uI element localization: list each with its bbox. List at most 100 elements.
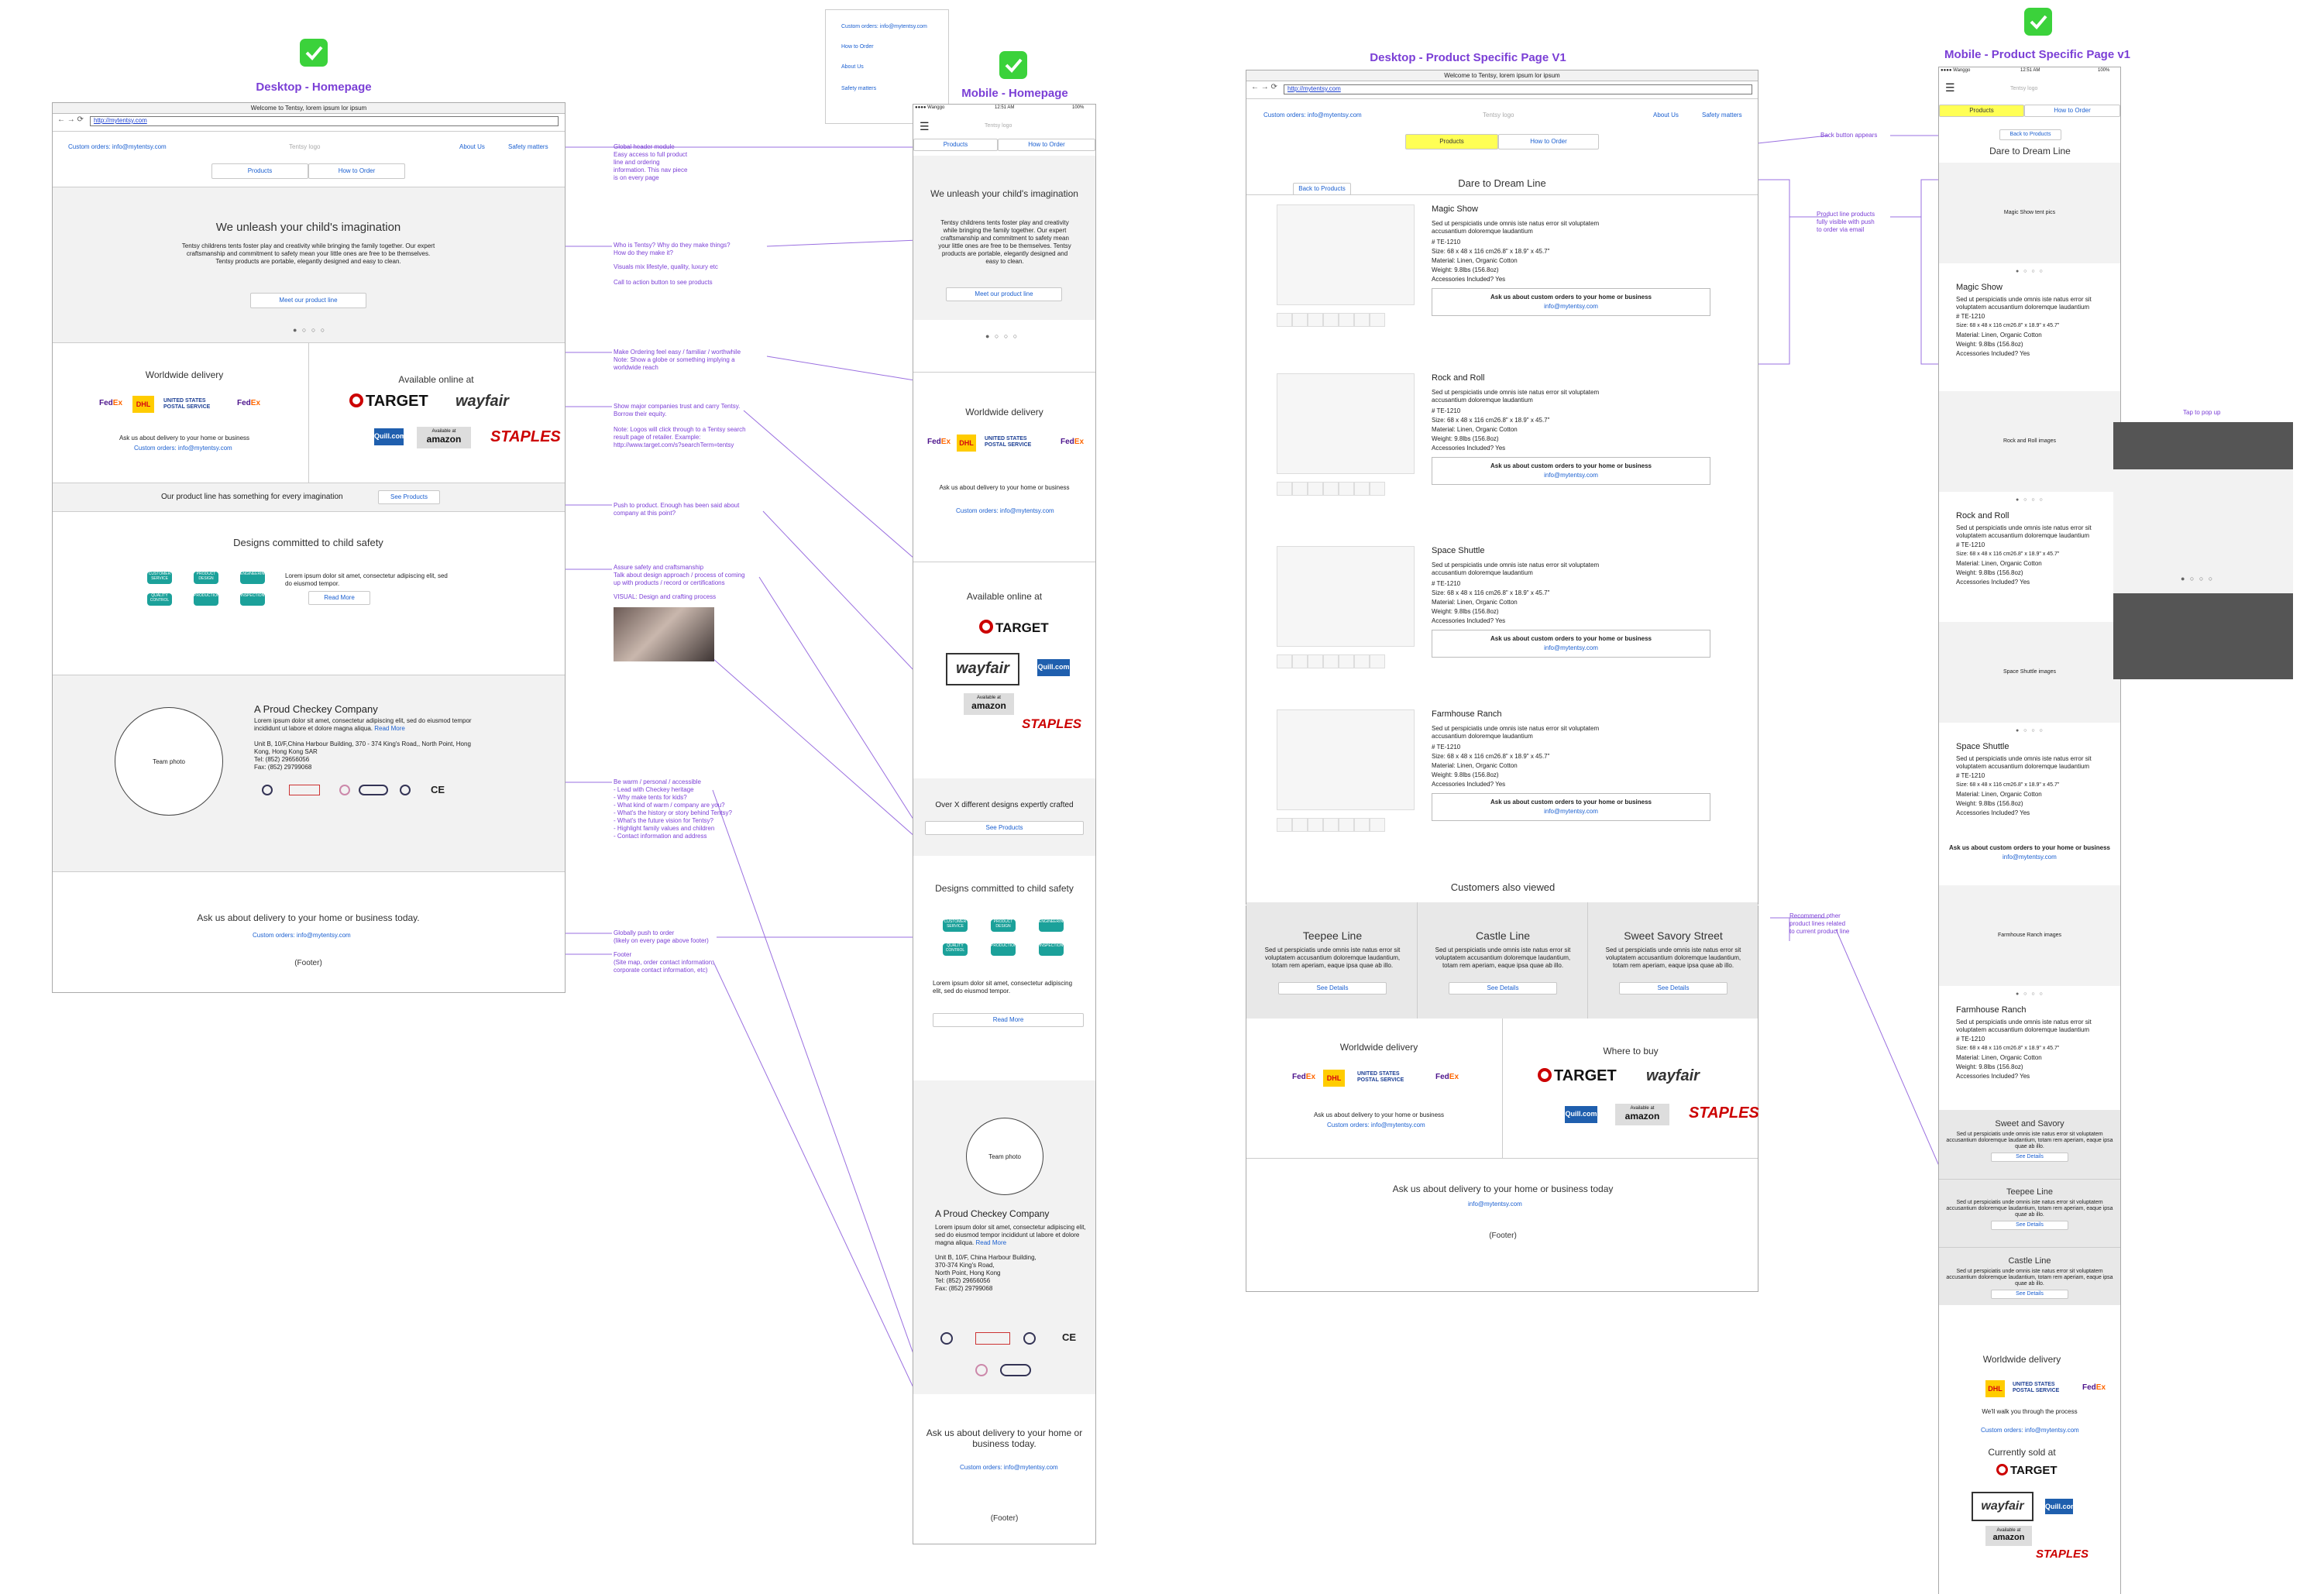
thumbnail[interactable]: [1323, 482, 1339, 496]
menu-item-custom-orders[interactable]: Custom orders: info@mytentsy.com: [841, 24, 927, 29]
meet-product-line-button[interactable]: Meet our product line: [946, 287, 1062, 301]
thumbnail[interactable]: [1323, 818, 1339, 832]
custom-order-email[interactable]: info@mytentsy.com: [1432, 808, 1710, 815]
product-thumbnails[interactable]: [1277, 482, 1385, 496]
target-logo[interactable]: TARGET: [1538, 1067, 1617, 1085]
read-more-button[interactable]: Read More: [933, 1013, 1084, 1027]
amazon-logo[interactable]: Available at amazon: [1985, 1526, 2032, 1546]
thumbnail[interactable]: [1308, 818, 1323, 832]
back-to-products-button[interactable]: Back to Products: [1999, 129, 2061, 140]
url-bar[interactable]: http://mytentsy.com: [90, 116, 559, 126]
thumbnail[interactable]: [1292, 818, 1308, 832]
target-logo[interactable]: TARGET: [349, 393, 428, 411]
nav-about[interactable]: About Us: [1653, 112, 1679, 119]
thumbnail[interactable]: [1292, 482, 1308, 496]
see-products-button[interactable]: See Products: [378, 490, 440, 504]
target-logo[interactable]: TARGET: [979, 620, 1049, 636]
wayfair-logo[interactable]: wayfair: [456, 393, 509, 411]
delivery-email-link[interactable]: Custom orders: info@mytentsy.com: [956, 507, 1054, 514]
tab-how-to-order[interactable]: How to Order: [2024, 105, 2120, 117]
custom-order-email[interactable]: info@mytentsy.com: [1432, 472, 1710, 479]
amazon-logo[interactable]: Available at amazon: [417, 427, 471, 448]
thumbnail[interactable]: [1308, 313, 1323, 327]
carousel-dots[interactable]: ● ○ ○ ○: [985, 332, 1019, 340]
quill-logo[interactable]: Quill.com: [1037, 659, 1070, 676]
pp-bottom-email[interactable]: info@mytentsy.com: [1468, 1201, 1522, 1208]
quill-logo[interactable]: Quill.com: [2045, 1499, 2077, 1514]
bottom-email-link[interactable]: Custom orders: info@mytentsy.com: [253, 932, 351, 939]
wayfair-logo[interactable]: wayfair: [1646, 1067, 1700, 1085]
thumbnail[interactable]: [1370, 482, 1385, 496]
hamburger-menu-icon[interactable]: ☰: [920, 120, 930, 133]
thumbnail[interactable]: [1370, 818, 1385, 832]
staples-logo[interactable]: STAPLES: [2036, 1548, 2089, 1561]
m-delivery-email[interactable]: Custom orders: info@mytentsy.com: [1981, 1427, 2079, 1434]
also-teepee-details-button[interactable]: See Details: [1278, 982, 1387, 995]
custom-orders-link[interactable]: Custom orders: info@mytentsy.com: [1263, 112, 1362, 119]
nav-about[interactable]: About Us: [459, 143, 485, 150]
thumbnail[interactable]: [1339, 482, 1354, 496]
product-thumbnails[interactable]: [1277, 818, 1385, 832]
m-carousel-dots[interactable]: ● ○ ○ ○: [2016, 497, 2044, 503]
m-carousel-dots[interactable]: ● ○ ○ ○: [2016, 728, 2044, 733]
m-carousel-dots[interactable]: ● ○ ○ ○: [2016, 991, 2044, 997]
tab-products-active[interactable]: Products: [1939, 105, 2024, 117]
delivery-email-link[interactable]: Custom orders: info@mytentsy.com: [134, 445, 232, 452]
thumbnail[interactable]: [1354, 482, 1370, 496]
pp-delivery-email[interactable]: Custom orders: info@mytentsy.com: [1327, 1122, 1425, 1129]
quill-logo[interactable]: Quill.com: [1565, 1106, 1597, 1123]
thumbnail[interactable]: [1370, 654, 1385, 668]
browser-nav-icon[interactable]: ← → ⟳: [57, 115, 84, 124]
m-carousel-dots[interactable]: ● ○ ○ ○: [2016, 269, 2044, 274]
tab-products[interactable]: Products: [913, 139, 998, 151]
custom-order-email[interactable]: info@mytentsy.com: [1432, 303, 1710, 310]
quill-logo[interactable]: Quill.com: [374, 428, 406, 445]
m-line-details-button[interactable]: See Details: [1991, 1221, 2068, 1230]
menu-item-how-to-order[interactable]: How to Order: [841, 44, 874, 50]
amazon-logo[interactable]: Available at amazon: [1615, 1104, 1669, 1125]
thumbnail[interactable]: [1292, 313, 1308, 327]
thumbnail[interactable]: [1277, 313, 1292, 327]
product-thumbnails[interactable]: [1277, 654, 1385, 668]
thumbnail[interactable]: [1308, 654, 1323, 668]
m-line-details-button[interactable]: See Details: [1991, 1290, 2068, 1299]
product-thumbnails[interactable]: [1277, 313, 1385, 327]
carousel-dots[interactable]: ● ○ ○ ○: [293, 326, 326, 334]
nav-safety[interactable]: Safety matters: [1702, 112, 1742, 119]
thumbnail[interactable]: [1339, 654, 1354, 668]
thumbnail[interactable]: [1277, 818, 1292, 832]
menu-item-about[interactable]: About Us: [841, 64, 864, 70]
staples-logo[interactable]: STAPLES: [490, 428, 561, 446]
custom-orders-link[interactable]: Custom orders: info@mytentsy.com: [68, 143, 167, 150]
bottom-email-link[interactable]: Custom orders: info@mytentsy.com: [960, 1464, 1058, 1471]
m-line-details-button[interactable]: See Details: [1991, 1153, 2068, 1162]
back-to-products-button[interactable]: Back to Products: [1293, 183, 1351, 195]
staples-logo[interactable]: STAPLES: [1689, 1104, 1759, 1122]
thumbnail[interactable]: [1354, 313, 1370, 327]
meet-product-line-button[interactable]: Meet our product line: [250, 293, 366, 308]
tab-products-active[interactable]: Products: [1405, 134, 1498, 149]
wayfair-logo[interactable]: wayfair: [1972, 1492, 2033, 1521]
popup-carousel-dots[interactable]: ● ○ ○ ○: [2181, 575, 2214, 582]
url-bar[interactable]: http://mytentsy.com: [1284, 84, 1752, 94]
target-logo[interactable]: TARGET: [1996, 1464, 2058, 1477]
see-products-button[interactable]: See Products: [925, 821, 1084, 835]
menu-item-safety[interactable]: Safety matters: [841, 86, 876, 91]
thumbnail[interactable]: [1277, 654, 1292, 668]
staples-logo[interactable]: STAPLES: [1022, 716, 1081, 732]
wayfair-logo[interactable]: wayfair: [946, 653, 1019, 685]
tab-products[interactable]: Products: [211, 163, 308, 179]
also-castle-details-button[interactable]: See Details: [1449, 982, 1557, 995]
thumbnail[interactable]: [1354, 818, 1370, 832]
thumbnail[interactable]: [1354, 654, 1370, 668]
also-sweet-details-button[interactable]: See Details: [1619, 982, 1728, 995]
hamburger-menu-icon[interactable]: ☰: [1945, 81, 1955, 94]
thumbnail[interactable]: [1370, 313, 1385, 327]
thumbnail[interactable]: [1323, 313, 1339, 327]
thumbnail[interactable]: [1339, 313, 1354, 327]
tab-how-to-order[interactable]: How to Order: [308, 163, 405, 179]
thumbnail[interactable]: [1308, 482, 1323, 496]
m-custom-order-email[interactable]: info@mytentsy.com: [2003, 854, 2057, 861]
custom-order-email[interactable]: info@mytentsy.com: [1432, 644, 1710, 651]
nav-safety[interactable]: Safety matters: [508, 143, 548, 150]
